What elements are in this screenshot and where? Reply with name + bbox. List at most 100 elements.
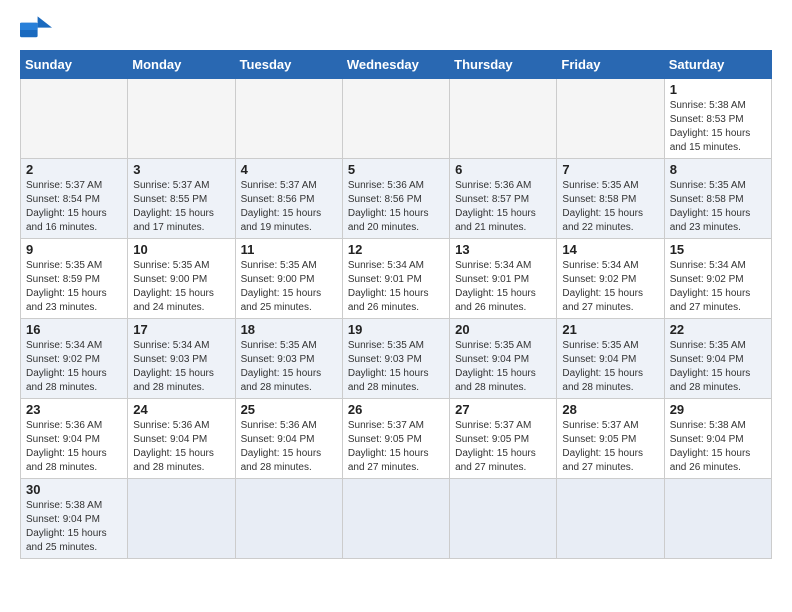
calendar-day-cell: 6 Sunrise: 5:36 AM Sunset: 8:57 PM Daylig… [450, 159, 557, 239]
day-info: Sunrise: 5:34 AM Sunset: 9:02 PM Dayligh… [562, 259, 658, 315]
calendar-day-cell [235, 479, 342, 559]
day-number: 7 [562, 162, 658, 177]
calendar-day-cell [128, 479, 235, 559]
calendar-day-cell [128, 79, 235, 159]
weekday-header-saturday: Saturday [664, 51, 771, 79]
calendar-day-cell: 14 Sunrise: 5:34 AM Sunset: 9:02 PM Dayli… [557, 239, 664, 319]
weekday-header-friday: Friday [557, 51, 664, 79]
day-number: 15 [670, 242, 766, 257]
calendar-day-cell: 29 Sunrise: 5:38 AM Sunset: 9:04 PM Dayli… [664, 399, 771, 479]
weekday-header-thursday: Thursday [450, 51, 557, 79]
day-info: Sunrise: 5:36 AM Sunset: 9:04 PM Dayligh… [133, 419, 229, 475]
day-info: Sunrise: 5:34 AM Sunset: 9:03 PM Dayligh… [133, 339, 229, 395]
day-info: Sunrise: 5:37 AM Sunset: 9:05 PM Dayligh… [348, 419, 444, 475]
calendar-day-cell: 17 Sunrise: 5:34 AM Sunset: 9:03 PM Dayli… [128, 319, 235, 399]
day-number: 21 [562, 322, 658, 337]
calendar-day-cell [450, 479, 557, 559]
day-info: Sunrise: 5:38 AM Sunset: 9:04 PM Dayligh… [670, 419, 766, 475]
calendar-day-cell: 11 Sunrise: 5:35 AM Sunset: 9:00 PM Dayli… [235, 239, 342, 319]
day-number: 6 [455, 162, 551, 177]
weekday-header-sunday: Sunday [21, 51, 128, 79]
calendar-day-cell: 22Sunrise: 5:35 AM Sunset: 9:04 PM Dayli… [664, 319, 771, 399]
calendar-table: SundayMondayTuesdayWednesdayThursdayFrid… [20, 50, 772, 559]
calendar-week-row: 30 Sunrise: 5:38 AM Sunset: 9:04 PM Dayli… [21, 479, 772, 559]
day-number: 18 [241, 322, 337, 337]
calendar-day-cell: 4 Sunrise: 5:37 AM Sunset: 8:56 PM Daylig… [235, 159, 342, 239]
day-info: Sunrise: 5:36 AM Sunset: 9:04 PM Dayligh… [241, 419, 337, 475]
day-number: 5 [348, 162, 444, 177]
logo-area [20, 16, 56, 44]
day-info: Sunrise: 5:34 AM Sunset: 9:01 PM Dayligh… [348, 259, 444, 315]
calendar-day-cell: 26 Sunrise: 5:37 AM Sunset: 9:05 PM Dayli… [342, 399, 449, 479]
calendar-day-cell [450, 79, 557, 159]
weekday-header-wednesday: Wednesday [342, 51, 449, 79]
calendar-day-cell: 16 Sunrise: 5:34 AM Sunset: 9:02 PM Dayli… [21, 319, 128, 399]
day-number: 14 [562, 242, 658, 257]
day-number: 27 [455, 402, 551, 417]
calendar-week-row: 9 Sunrise: 5:35 AM Sunset: 8:59 PM Daylig… [21, 239, 772, 319]
day-info: Sunrise: 5:37 AM Sunset: 8:55 PM Dayligh… [133, 179, 229, 235]
day-number: 16 [26, 322, 122, 337]
day-info: Sunrise: 5:35 AM Sunset: 9:04 PM Dayligh… [670, 339, 766, 395]
calendar-day-cell [557, 479, 664, 559]
day-info: Sunrise: 5:37 AM Sunset: 8:54 PM Dayligh… [26, 179, 122, 235]
day-number: 1 [670, 82, 766, 97]
calendar-day-cell: 25 Sunrise: 5:36 AM Sunset: 9:04 PM Dayli… [235, 399, 342, 479]
calendar-week-row: 2Sunrise: 5:37 AM Sunset: 8:54 PM Daylig… [21, 159, 772, 239]
day-number: 13 [455, 242, 551, 257]
weekday-header-row: SundayMondayTuesdayWednesdayThursdayFrid… [21, 51, 772, 79]
day-info: Sunrise: 5:37 AM Sunset: 8:56 PM Dayligh… [241, 179, 337, 235]
day-number: 24 [133, 402, 229, 417]
calendar-day-cell: 21 Sunrise: 5:35 AM Sunset: 9:04 PM Dayli… [557, 319, 664, 399]
calendar-day-cell [235, 79, 342, 159]
calendar-week-row: 1 Sunrise: 5:38 AM Sunset: 8:53 PM Daylig… [21, 79, 772, 159]
logo-icon [20, 16, 52, 44]
day-number: 30 [26, 482, 122, 497]
calendar-day-cell: 19 Sunrise: 5:35 AM Sunset: 9:03 PM Dayli… [342, 319, 449, 399]
calendar-day-cell: 23Sunrise: 5:36 AM Sunset: 9:04 PM Dayli… [21, 399, 128, 479]
calendar-day-cell: 15 Sunrise: 5:34 AM Sunset: 9:02 PM Dayli… [664, 239, 771, 319]
day-number: 9 [26, 242, 122, 257]
day-number: 26 [348, 402, 444, 417]
calendar-day-cell: 1 Sunrise: 5:38 AM Sunset: 8:53 PM Daylig… [664, 79, 771, 159]
day-number: 4 [241, 162, 337, 177]
calendar-day-cell: 12 Sunrise: 5:34 AM Sunset: 9:01 PM Dayli… [342, 239, 449, 319]
calendar-day-cell: 2Sunrise: 5:37 AM Sunset: 8:54 PM Daylig… [21, 159, 128, 239]
day-info: Sunrise: 5:37 AM Sunset: 9:05 PM Dayligh… [455, 419, 551, 475]
calendar-day-cell: 28Sunrise: 5:37 AM Sunset: 9:05 PM Dayli… [557, 399, 664, 479]
day-info: Sunrise: 5:35 AM Sunset: 8:59 PM Dayligh… [26, 259, 122, 315]
calendar-day-cell [342, 479, 449, 559]
calendar-day-cell: 9 Sunrise: 5:35 AM Sunset: 8:59 PM Daylig… [21, 239, 128, 319]
day-info: Sunrise: 5:36 AM Sunset: 8:57 PM Dayligh… [455, 179, 551, 235]
day-info: Sunrise: 5:38 AM Sunset: 9:04 PM Dayligh… [26, 499, 122, 555]
day-info: Sunrise: 5:36 AM Sunset: 9:04 PM Dayligh… [26, 419, 122, 475]
calendar-day-cell: 8 Sunrise: 5:35 AM Sunset: 8:58 PM Daylig… [664, 159, 771, 239]
calendar-day-cell: 27 Sunrise: 5:37 AM Sunset: 9:05 PM Dayli… [450, 399, 557, 479]
day-info: Sunrise: 5:38 AM Sunset: 8:53 PM Dayligh… [670, 99, 766, 155]
day-number: 29 [670, 402, 766, 417]
calendar-day-cell: 18 Sunrise: 5:35 AM Sunset: 9:03 PM Dayli… [235, 319, 342, 399]
calendar-week-row: 16 Sunrise: 5:34 AM Sunset: 9:02 PM Dayli… [21, 319, 772, 399]
calendar-day-cell: 13Sunrise: 5:34 AM Sunset: 9:01 PM Dayli… [450, 239, 557, 319]
day-number: 8 [670, 162, 766, 177]
day-info: Sunrise: 5:35 AM Sunset: 9:03 PM Dayligh… [348, 339, 444, 395]
calendar-day-cell [664, 479, 771, 559]
calendar-day-cell: 20Sunrise: 5:35 AM Sunset: 9:04 PM Dayli… [450, 319, 557, 399]
day-info: Sunrise: 5:35 AM Sunset: 9:04 PM Dayligh… [562, 339, 658, 395]
day-number: 19 [348, 322, 444, 337]
day-number: 20 [455, 322, 551, 337]
day-info: Sunrise: 5:35 AM Sunset: 9:00 PM Dayligh… [241, 259, 337, 315]
calendar-day-cell: 10Sunrise: 5:35 AM Sunset: 9:00 PM Dayli… [128, 239, 235, 319]
day-number: 25 [241, 402, 337, 417]
day-number: 28 [562, 402, 658, 417]
day-info: Sunrise: 5:34 AM Sunset: 9:02 PM Dayligh… [670, 259, 766, 315]
weekday-header-monday: Monday [128, 51, 235, 79]
day-number: 11 [241, 242, 337, 257]
day-info: Sunrise: 5:35 AM Sunset: 9:03 PM Dayligh… [241, 339, 337, 395]
day-number: 17 [133, 322, 229, 337]
calendar-day-cell: 7Sunrise: 5:35 AM Sunset: 8:58 PM Daylig… [557, 159, 664, 239]
day-info: Sunrise: 5:35 AM Sunset: 8:58 PM Dayligh… [670, 179, 766, 235]
day-info: Sunrise: 5:34 AM Sunset: 9:02 PM Dayligh… [26, 339, 122, 395]
calendar-week-row: 23Sunrise: 5:36 AM Sunset: 9:04 PM Dayli… [21, 399, 772, 479]
day-number: 12 [348, 242, 444, 257]
